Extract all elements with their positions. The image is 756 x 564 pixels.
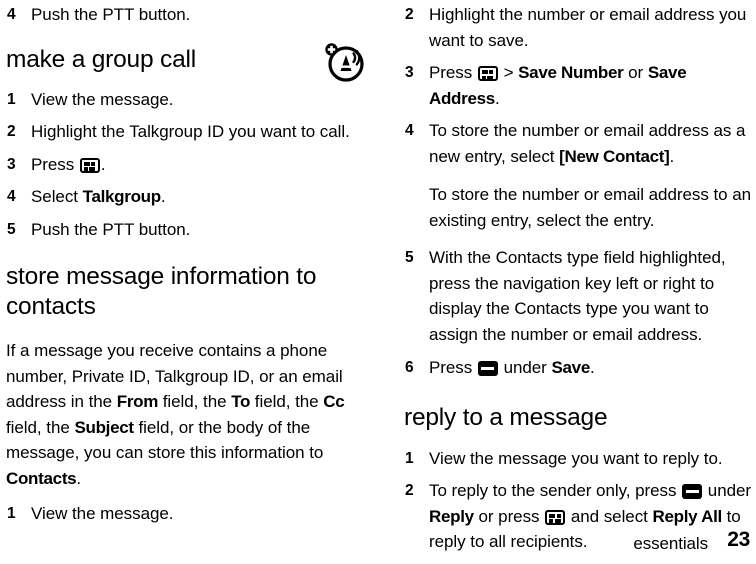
step-text-suffix: . [589,358,595,377]
step-text: Push the PTT button. [31,219,191,239]
softkey-label-save: Save [551,358,590,377]
menu-option-save-number: Save Number [518,63,624,82]
step-text-prefix: Press [31,154,79,174]
list-item: 4 Select Talkgroup. [6,184,358,210]
step-number: 5 [7,220,16,238]
right-column: 2 Highlight the number or email address … [404,0,756,555]
step-text: Press under Save. [429,355,756,381]
step-number: 3 [7,155,16,173]
step-followup-paragraph: To store the number or email address to … [429,185,752,230]
step-text-suffix: . [669,146,675,166]
section-heading-reply-to-a-message: reply to a message [404,403,608,431]
step-number: 2 [405,6,414,23]
step-text-suffix: . [100,154,106,174]
step-text-prefix: Select [31,187,83,206]
field-name-cc: Cc [323,392,345,411]
menu-key-icon [79,157,100,173]
list-item: 2 Highlight the number or email address … [404,2,756,53]
step-text-separator: > [498,63,519,82]
list-item: 1 View the message. [6,87,358,113]
list-item: 4 To store the number or email address a… [404,118,756,169]
step-number: 1 [405,449,414,467]
page-footer: essentials 23 [0,518,756,564]
step-text-suffix: . [494,88,500,108]
step-number: 2 [405,482,414,499]
step-number: 4 [7,188,16,205]
field-name-to: To [231,392,251,411]
intro-part-6: . [76,468,82,488]
intro-part-4: field, the [6,417,75,437]
step-text: Press . [31,152,358,178]
list-item: 5 With the Contacts type field highlight… [404,245,756,347]
field-name-from: From [116,392,159,411]
step-text: To store the number or email address as … [429,118,756,169]
list-item: 3 Press . [6,152,358,178]
step-number: 1 [7,90,16,108]
manual-page: 4 Push the PTT button. make a group call… [0,0,756,564]
step-text: View the message you want to reply to. [429,448,723,468]
step-text-conjunction: or [623,63,648,82]
intro-part-3: field, the [250,392,324,411]
step-number: 6 [405,359,414,376]
step-text: Press > Save Number or Save Address. [429,60,756,111]
step-text-prefix: To reply to the sender only, press [429,481,682,500]
step-number: 3 [405,64,414,81]
step-text-separator-1: under [703,481,752,500]
app-name-contacts: Contacts [6,468,77,488]
step-text-prefix: Press [429,358,477,377]
list-item: 1 View the message you want to reply to. [404,446,756,472]
step-text: With the Contacts type field highlighted… [429,248,726,344]
step-text-suffix: . [160,187,166,206]
step-text: Push the PTT button. [31,5,191,24]
list-item: 2 Highlight the Talkgroup ID you want to… [6,119,358,145]
step-text: Select Talkgroup. [31,184,358,210]
soft-key-icon [477,361,498,376]
footer-page-number: 23 [727,528,750,551]
list-item: 6 Press under Save. [404,355,756,381]
list-item: 4 Push the PTT button. [6,2,358,28]
step-number: 5 [405,249,414,266]
menu-key-icon [477,66,498,81]
menu-option-talkgroup: Talkgroup [82,187,162,206]
section-intro-paragraph: If a message you receive contains a phon… [6,338,358,491]
step-text-separator: under [498,358,552,377]
list-item: 3 Press > Save Number or Save Address. [404,60,756,111]
step-text: Highlight the Talkgroup ID you want to c… [31,122,350,141]
menu-option-new-contact: [New Contact] [559,146,670,166]
intro-part-2: field, the [158,392,232,411]
list-item: 5 Push the PTT button. [6,217,358,243]
left-column: 4 Push the PTT button. make a group call… [6,0,358,527]
section-heading-make-a-group-call: make a group call [6,45,196,73]
step-number: 4 [7,6,16,23]
section-heading-store-message-information-to-contacts: store message information to contacts [6,263,317,320]
footer-chapter-name: essentials [633,534,708,553]
step-text: Highlight the number or email address yo… [429,5,747,50]
step-number: 2 [7,123,16,140]
field-name-subject: Subject [74,417,134,437]
step-text-prefix: Press [429,63,477,82]
step-number: 4 [405,122,414,139]
step-text: View the message. [31,89,174,109]
soft-key-icon [682,484,703,499]
